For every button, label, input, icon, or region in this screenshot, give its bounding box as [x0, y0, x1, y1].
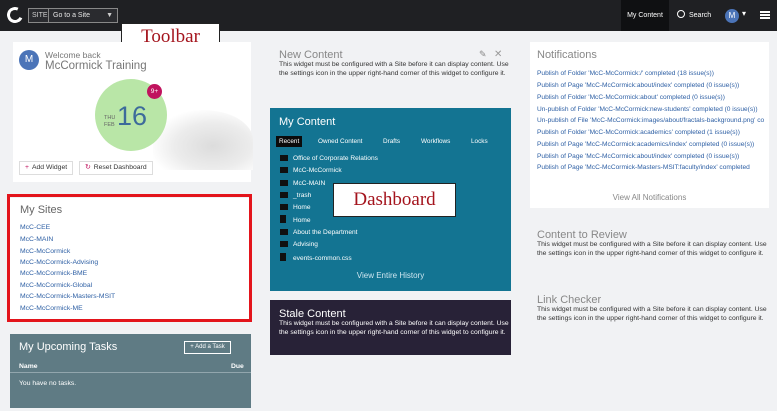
notification-item[interactable]: Publish of Page 'McC-McCormick-Masters-M… [537, 164, 764, 171]
site-link[interactable]: McC-McCormick-BME [20, 270, 87, 277]
search-button[interactable]: Search [677, 0, 711, 31]
site-link[interactable]: McC-CEE [20, 224, 50, 231]
welcome-text: Welcome back [45, 50, 101, 60]
site-select-value: Go to a Site [53, 12, 90, 19]
tab-owned-content[interactable]: Owned Content [315, 136, 365, 147]
notification-badge[interactable]: 9+ [147, 84, 162, 99]
tasks-title: My Upcoming Tasks [19, 341, 118, 353]
my-content-link[interactable]: My Content [621, 0, 669, 31]
dashboard-callout: Dashboard [333, 183, 456, 217]
my-content-title: My Content [279, 116, 336, 128]
close-icon[interactable]: ✕ [494, 49, 502, 60]
tasks-col-name[interactable]: Name [19, 363, 38, 370]
content-item[interactable]: events-common.css [280, 253, 352, 263]
edit-pencil-icon[interactable]: ✎ [479, 49, 487, 60]
stale-content-text: This widget must be configured with a Si… [279, 320, 509, 336]
folder-icon [280, 179, 288, 186]
content-item[interactable]: About the Department [280, 228, 358, 237]
reset-dashboard-button[interactable]: ↻ Reset Dashboard [79, 161, 153, 175]
folder-icon [280, 191, 288, 198]
day-of-week: THU FEB [104, 115, 116, 128]
site-link[interactable]: McC-McCormick [20, 248, 70, 255]
content-item[interactable]: McC-McCormick [280, 166, 342, 175]
folder-icon [280, 203, 288, 210]
link-checker-title: Link Checker [537, 294, 602, 306]
notification-item[interactable]: Publish of Page 'McC-McCormick:about/ind… [537, 153, 764, 160]
notifications-title: Notifications [537, 49, 597, 61]
site-link[interactable]: McC-MAIN [20, 236, 53, 243]
site-select[interactable]: Go to a Site ▼ [48, 8, 118, 23]
tab-workflows[interactable]: Workflows [418, 136, 453, 147]
folder-icon [280, 154, 288, 161]
no-tasks-text: You have no tasks. [19, 380, 77, 387]
folder-icon [280, 166, 288, 173]
stale-content-title: Stale Content [279, 308, 346, 320]
content-item[interactable]: Office of Corporate Relations [280, 154, 378, 163]
content-item[interactable]: Home [280, 203, 311, 212]
notification-item[interactable]: Publish of Folder 'McC-McCormick:/' comp… [537, 70, 764, 77]
notification-item[interactable]: Un-publish of Folder 'McC-McCormick:new-… [537, 106, 764, 113]
site-link[interactable]: McC-McCormick-ME [20, 305, 83, 312]
content-item[interactable]: _trash [280, 191, 311, 200]
link-checker-text: This widget must be configured with a Si… [537, 306, 767, 322]
tab-drafts[interactable]: Drafts [380, 136, 403, 147]
folder-icon [280, 240, 288, 247]
site-link[interactable]: McC-McCormick-Advising [20, 259, 98, 266]
chevron-down-icon[interactable]: ▾ [742, 9, 746, 18]
search-label: Search [689, 12, 712, 19]
day-number: 16 [117, 101, 148, 131]
tab-recent[interactable]: Recent [276, 136, 303, 147]
content-item[interactable]: Home [280, 215, 311, 225]
notification-item[interactable]: Publish of Folder 'McC-McCormick:about' … [537, 94, 764, 101]
refresh-icon: ↻ [85, 164, 91, 171]
tasks-col-due[interactable]: Due [231, 363, 244, 370]
file-icon [280, 215, 286, 223]
file-icon [280, 253, 286, 261]
notification-item[interactable]: Publish of Folder 'McC-McCormick:academi… [537, 129, 764, 136]
add-widget-button[interactable]: + Add Widget [19, 161, 74, 175]
new-content-title: New Content [279, 49, 343, 61]
plus-icon: + [25, 164, 29, 171]
notification-item[interactable]: Un-publish of File 'McC-McCormick:images… [537, 117, 764, 124]
profile-name: McCormick Training [45, 60, 147, 72]
my-sites-title: My Sites [20, 204, 63, 216]
content-review-text: This widget must be configured with a Si… [537, 241, 767, 257]
user-avatar[interactable]: M [725, 9, 739, 23]
tasks-header-row [10, 362, 251, 373]
notifications-widget [530, 42, 769, 208]
folder-icon [280, 228, 288, 235]
search-icon [677, 10, 685, 18]
content-item[interactable]: McC-MAIN [280, 179, 325, 188]
site-link[interactable]: McC-McCormick-Global [20, 282, 92, 289]
profile-avatar: M [19, 50, 39, 70]
view-all-notifications-link[interactable]: View All Notifications [530, 193, 769, 202]
content-review-title: Content to Review [537, 229, 627, 241]
new-content-text: This widget must be configured with a Si… [279, 61, 509, 77]
hamburger-menu-icon[interactable] [760, 11, 770, 19]
tab-locks[interactable]: Locks [468, 136, 491, 147]
notification-item[interactable]: Publish of Page 'McC-McCormick:academics… [537, 141, 764, 148]
notification-item[interactable]: Publish of Page 'McC-McCormick:about/ind… [537, 82, 764, 89]
add-task-button[interactable]: + Add a Task [184, 341, 231, 354]
chevron-down-icon: ▼ [106, 12, 113, 19]
view-history-link[interactable]: View Entire History [270, 271, 511, 280]
site-link[interactable]: McC-McCormick-Masters-MSIT [20, 293, 115, 300]
clouds-illustration [153, 110, 253, 170]
content-item[interactable]: Advising [280, 240, 318, 249]
